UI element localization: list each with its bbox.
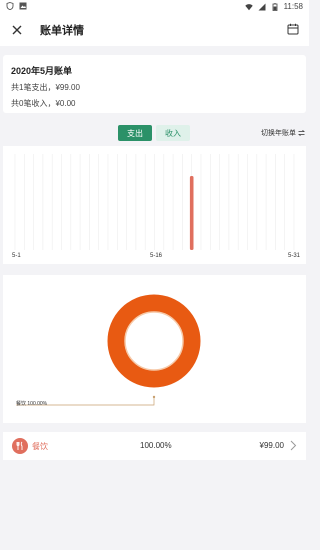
image-icon [19, 2, 27, 10]
status-time: 11:58 [283, 2, 303, 11]
tab-income[interactable]: 收入 [156, 125, 190, 141]
close-icon [12, 25, 22, 35]
category-name: 餐饮 [32, 442, 48, 451]
close-button[interactable] [8, 21, 26, 39]
tab-expense[interactable]: 支出 [118, 125, 152, 141]
swap-icon [298, 130, 305, 136]
x-tick-label: 5-31 [288, 253, 301, 259]
page-title: 账单详情 [40, 25, 84, 37]
wifi-icon [244, 4, 253, 11]
donut-callout-label: 餐饮 100.00% [16, 401, 48, 407]
bar-chart-svg [14, 154, 295, 250]
x-tick-label: 5-1 [12, 253, 21, 259]
calendar-button[interactable] [285, 21, 301, 37]
shield-icon [6, 2, 14, 10]
calendar-icon [287, 23, 299, 35]
app-bar: 账单详情 [0, 14, 309, 46]
switch-year-label: 切换年账单 [261, 130, 296, 137]
category-donut-chart: 餐饮 100.00% [3, 275, 306, 423]
x-tick-label: 5-16 [150, 253, 163, 259]
category-row[interactable]: 餐饮 100.00% ¥99.00 [3, 432, 306, 460]
battery-icon [272, 3, 277, 11]
status-bar: 11:58 [0, 0, 309, 14]
type-tabs: 支出 收入 [118, 125, 190, 141]
expense-summary: 共1笔支出，¥99.00 [11, 83, 80, 92]
donut-slice-dining [107, 294, 201, 388]
donut-inner-ring [124, 311, 184, 371]
donut-chart-svg [16, 294, 201, 406]
signal-icon [258, 3, 266, 11]
bar-day-20 [189, 176, 194, 250]
bill-month-title: 2020年5月账单 [11, 66, 73, 76]
daily-bar-chart: 5-1 5-16 5-31 [3, 146, 306, 264]
bill-summary-card: 2020年5月账单 共1笔支出，¥99.00 共0笔收入，¥0.00 [3, 55, 306, 113]
fork-knife-icon [12, 438, 28, 454]
switch-year-button[interactable]: 切换年账单 [261, 128, 305, 138]
category-percent: 100.00% [140, 441, 172, 450]
category-amount: ¥99.00 [259, 441, 284, 450]
chevron-right-icon [290, 440, 297, 451]
callout-dot [152, 395, 156, 399]
income-summary: 共0笔收入，¥0.00 [11, 99, 76, 108]
